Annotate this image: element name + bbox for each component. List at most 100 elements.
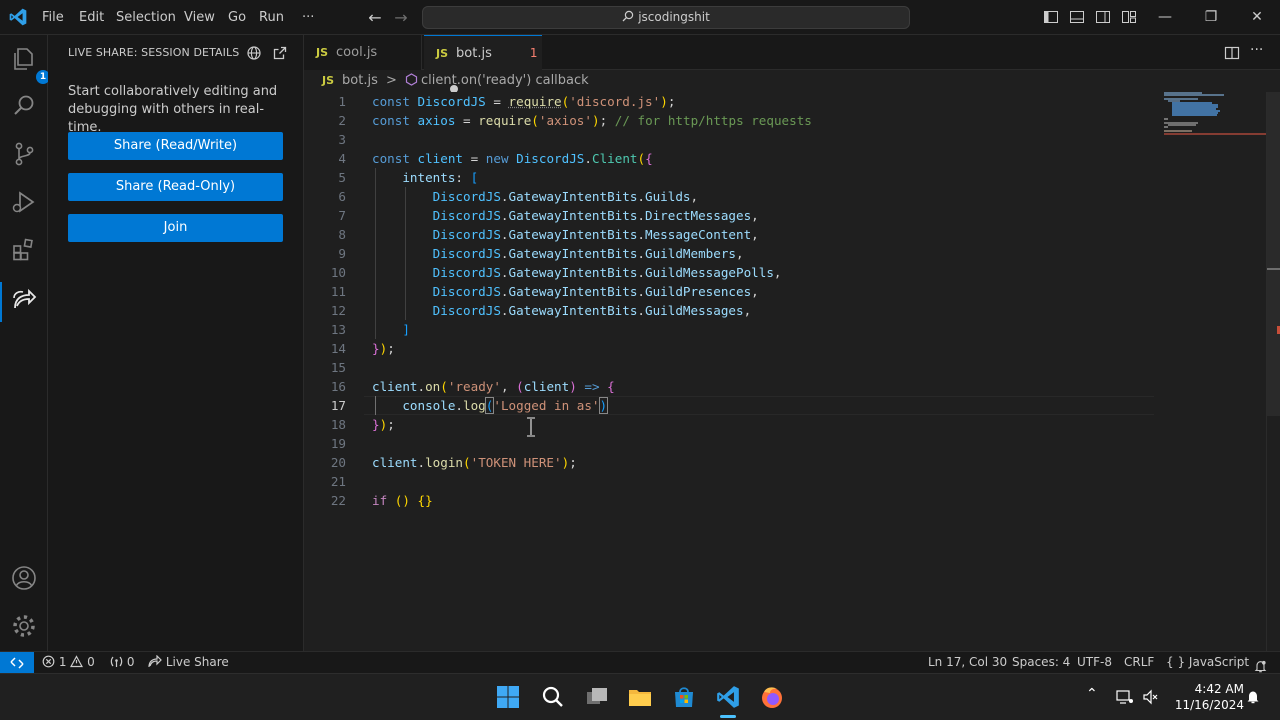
js-file-icon: JS xyxy=(436,47,448,60)
share-read-only-button[interactable]: Share (Read-Only) xyxy=(68,173,283,201)
editor-tab-bar: JS cool.js JS bot.js 1 ··· xyxy=(304,35,1280,70)
live-share-status[interactable]: Live Share xyxy=(148,652,229,673)
share-read-write-button[interactable]: Share (Read/Write) xyxy=(68,132,283,160)
volume-muted-icon[interactable] xyxy=(1142,689,1158,705)
menu-selection[interactable]: Selection xyxy=(110,0,182,35)
network-icon[interactable] xyxy=(1116,689,1134,705)
tab-label: bot.js xyxy=(456,46,492,61)
close-icon[interactable]: ✕ xyxy=(1234,0,1280,35)
clock-time: 4:42 AM xyxy=(1168,681,1244,697)
notification-bell-icon[interactable] xyxy=(1246,689,1260,705)
search-icon[interactable] xyxy=(10,92,38,120)
code-line: 16 client.on('ready', (client) => { xyxy=(304,377,1164,396)
breadcrumb-file[interactable]: bot.js xyxy=(342,73,378,88)
activity-bar: 1 xyxy=(0,35,48,651)
tab-bot-js[interactable]: JS bot.js 1 xyxy=(424,35,542,70)
error-icon xyxy=(42,655,55,668)
code-line: 8 DiscordJS.GatewayIntentBits.MessageCon… xyxy=(304,225,1164,244)
remote-indicator[interactable] xyxy=(0,652,34,673)
windows-start-icon[interactable] xyxy=(495,684,521,710)
open-external-icon[interactable] xyxy=(272,45,288,61)
code-editor[interactable]: 1 const DiscordJS = require('discord.js')… xyxy=(304,92,1280,651)
toggle-primary-sidebar-icon[interactable] xyxy=(1043,9,1059,25)
tab-cool-js[interactable]: JS cool.js xyxy=(304,35,422,70)
live-share-sidebar: LIVE SHARE: SESSION DETAILS Start collab… xyxy=(48,35,304,651)
search-icon xyxy=(622,10,634,22)
firefox-icon[interactable] xyxy=(759,684,785,710)
settings-gear-icon[interactable] xyxy=(10,612,38,640)
extensions-icon[interactable] xyxy=(10,235,38,263)
braces-icon: { } xyxy=(1166,655,1185,669)
code-line: 9 DiscordJS.GatewayIntentBits.GuildMembe… xyxy=(304,244,1164,263)
live-share-icon[interactable] xyxy=(10,286,38,314)
taskbar-clock[interactable]: 4:42 AM 11/16/2024 xyxy=(1168,681,1244,713)
accounts-icon[interactable] xyxy=(10,564,38,592)
microsoft-store-icon[interactable] xyxy=(671,684,697,710)
globe-icon[interactable] xyxy=(246,45,262,61)
toggle-secondary-sidebar-icon[interactable] xyxy=(1095,9,1111,25)
clock-date: 11/16/2024 xyxy=(1168,697,1244,713)
explorer-icon[interactable]: 1 xyxy=(10,45,38,73)
show-hidden-icons-chevron-icon[interactable]: ⌃ xyxy=(1086,686,1098,702)
encoding[interactable]: UTF-8 xyxy=(1077,652,1112,673)
code-line: 7 DiscordJS.GatewayIntentBits.DirectMess… xyxy=(304,206,1164,225)
code-line: 11 DiscordJS.GatewayIntentBits.GuildPres… xyxy=(304,282,1164,301)
command-center-search[interactable]: jscodingshit xyxy=(422,6,910,29)
split-editor-icon[interactable] xyxy=(1224,45,1240,61)
scrollbar-thumb[interactable] xyxy=(1267,92,1280,416)
task-view-icon[interactable] xyxy=(584,684,610,710)
scrollbar-cursor-marker xyxy=(1267,268,1280,270)
file-explorer-icon[interactable] xyxy=(627,684,653,710)
vertical-scrollbar[interactable] xyxy=(1266,92,1280,651)
code-line: 14}); xyxy=(304,339,1164,358)
menu-more[interactable]: ··· xyxy=(296,0,320,35)
menu-view[interactable]: View xyxy=(178,0,221,35)
menu-go[interactable]: Go xyxy=(222,0,252,35)
minimap[interactable] xyxy=(1164,92,1266,651)
language-label: JavaScript xyxy=(1189,655,1249,669)
windows-taskbar: ⌃ 4:42 AM 11/16/2024 xyxy=(0,673,1280,720)
ports-status[interactable]: 0 xyxy=(110,652,134,673)
more-actions-icon[interactable]: ··· xyxy=(1250,42,1263,58)
indentation[interactable]: Spaces: 4 xyxy=(1012,652,1070,673)
js-file-icon: JS xyxy=(322,74,334,87)
source-control-icon[interactable] xyxy=(10,140,38,168)
taskbar-search-icon[interactable] xyxy=(540,684,566,710)
language-mode[interactable]: { } JavaScript xyxy=(1166,652,1249,673)
cursor-position[interactable]: Ln 17, Col 30 xyxy=(928,652,1007,673)
active-view-indicator xyxy=(0,282,2,322)
menu-run[interactable]: Run xyxy=(253,0,290,35)
symbol-method-icon xyxy=(405,73,418,86)
run-and-debug-icon[interactable] xyxy=(10,188,38,216)
broadcast-icon xyxy=(110,655,123,668)
live-share-icon xyxy=(148,655,162,668)
problems-status[interactable]: 1 0 xyxy=(42,652,95,673)
code-line: 22 if () {} xyxy=(304,491,1164,510)
code-line: 1 const DiscordJS = require('discord.js')… xyxy=(304,92,1164,111)
forward-arrow-icon[interactable]: → xyxy=(390,7,412,29)
code-line: 19 xyxy=(304,434,1164,453)
text-cursor-icon xyxy=(526,417,536,437)
back-arrow-icon[interactable]: ← xyxy=(364,7,386,29)
menu-edit[interactable]: Edit xyxy=(73,0,110,35)
code-line: 5 intents: [ xyxy=(304,168,1164,187)
end-of-line[interactable]: CRLF xyxy=(1124,652,1154,673)
minimize-icon[interactable]: — xyxy=(1142,0,1188,35)
vscode-taskbar-icon[interactable] xyxy=(715,684,741,710)
menu-file[interactable]: File xyxy=(36,0,70,35)
code-line: 13 ] xyxy=(304,320,1164,339)
join-button[interactable]: Join xyxy=(68,214,283,242)
status-bar: 1 0 0 Live Share Ln 17, Col 30 Spaces: 4… xyxy=(0,651,1280,673)
customize-layout-icon[interactable] xyxy=(1121,9,1137,25)
tab-label: cool.js xyxy=(336,45,377,60)
code-line: 2 const axios = require('axios'); // for … xyxy=(304,111,1164,130)
breadcrumb-symbol[interactable]: client.on('ready') callback xyxy=(421,73,589,88)
sidebar-title: LIVE SHARE: SESSION DETAILS xyxy=(68,46,239,59)
restore-icon[interactable]: ❐ xyxy=(1188,0,1234,35)
active-app-indicator xyxy=(720,715,736,718)
ports-count: 0 xyxy=(127,655,135,669)
code-line: 21 xyxy=(304,472,1164,491)
breadcrumb: JS bot.js > client.on('ready') callback xyxy=(304,70,1280,92)
toggle-panel-icon[interactable] xyxy=(1069,9,1085,25)
code-line: 18}); xyxy=(304,415,1164,434)
